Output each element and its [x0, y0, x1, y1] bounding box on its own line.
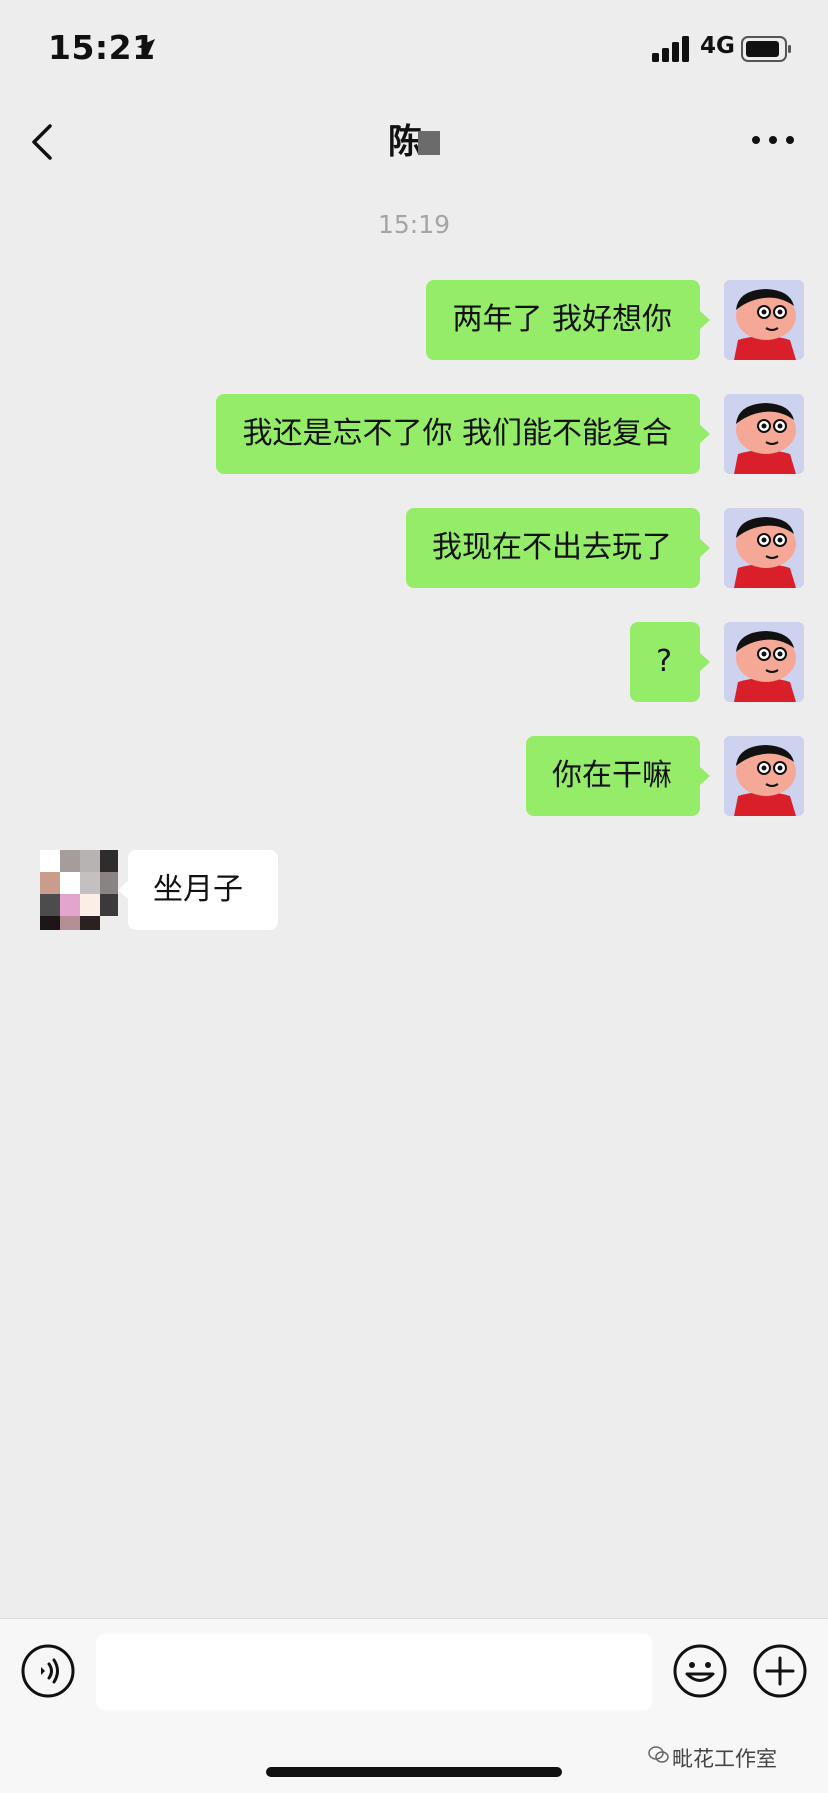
message-input[interactable] — [96, 1634, 652, 1710]
message-row: 两年了 我好想你 — [0, 280, 828, 360]
message-row: 你在干嘛 — [0, 736, 828, 816]
home-indicator — [266, 1767, 562, 1777]
network-type: 4G — [700, 33, 735, 59]
message-row: 我还是忘不了你 我们能不能复合 — [0, 394, 828, 474]
battery-icon — [741, 36, 791, 62]
self-avatar[interactable] — [724, 622, 804, 702]
emoji-icon[interactable] — [672, 1643, 728, 1699]
message-timestamp: 15:19 — [377, 210, 451, 239]
self-avatar[interactable] — [724, 394, 804, 474]
self-avatar[interactable] — [724, 280, 804, 360]
message-bubble-self[interactable]: 我还是忘不了你 我们能不能复合 — [216, 394, 710, 474]
message-row: ? — [0, 622, 828, 702]
chat-title: 陈 — [0, 114, 828, 163]
message-bubble-self[interactable]: 我现在不出去玩了 — [406, 508, 710, 588]
message-row: 我现在不出去玩了 — [0, 508, 828, 588]
watermark: 毗花工作室 — [648, 1743, 777, 1773]
signal-icon — [652, 36, 689, 62]
self-avatar[interactable] — [724, 736, 804, 816]
self-avatar[interactable] — [724, 508, 804, 588]
contact-name: 陈 — [388, 122, 422, 162]
message-row: 坐月子 — [0, 850, 828, 930]
location-arrow-icon — [137, 39, 155, 57]
message-bubble-self[interactable]: 你在干嘛 — [526, 736, 710, 816]
name-redaction — [418, 131, 440, 155]
message-bubble-self[interactable]: 两年了 我好想你 — [426, 280, 710, 360]
more-dots-icon[interactable] — [748, 120, 798, 160]
contact-avatar[interactable] — [40, 850, 118, 930]
chat-header: 陈 — [0, 100, 828, 182]
status-bar: 15:21 4G — [0, 0, 828, 100]
watermark-text: 毗花工作室 — [672, 1747, 777, 1771]
wechat-logo-icon — [648, 1746, 669, 1763]
plus-icon[interactable] — [752, 1643, 808, 1699]
voice-icon[interactable] — [20, 1643, 76, 1699]
message-bubble-self[interactable]: ? — [630, 622, 710, 702]
input-bar: 毗花工作室 — [0, 1618, 828, 1793]
message-bubble-other[interactable]: 坐月子 — [118, 850, 278, 930]
